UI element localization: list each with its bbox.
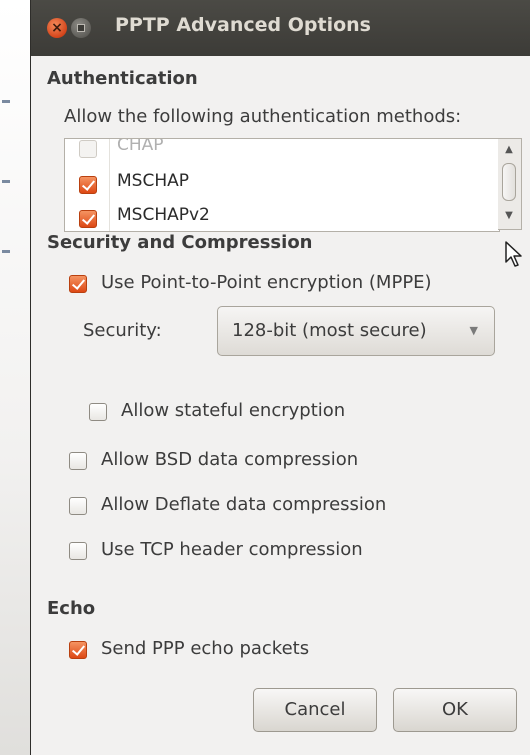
background-mark: [2, 180, 10, 183]
list-item-label: MSCHAPv2: [117, 205, 210, 225]
scrollbar-thumb[interactable]: [502, 163, 516, 201]
echo-heading: Echo: [47, 598, 96, 619]
list-item-label: CHAP: [117, 138, 164, 155]
use-mppe-checkbox[interactable]: [69, 275, 87, 293]
security-label: Security:: [83, 320, 162, 341]
security-dropdown[interactable]: 128-bit (most secure) ▼: [217, 306, 495, 356]
use-mppe-label: Use Point-to-Point encryption (MPPE): [101, 272, 432, 293]
authentication-heading: Authentication: [47, 68, 198, 89]
stateful-encryption-checkbox[interactable]: [89, 403, 107, 421]
tcp-header-compression-label: Use TCP header compression: [101, 539, 363, 560]
ok-button[interactable]: OK: [393, 688, 517, 732]
desktop-background: [0, 0, 30, 755]
bsd-compression-checkbox[interactable]: [69, 452, 87, 470]
authentication-description: Allow the following authentication metho…: [64, 106, 462, 127]
background-mark: [2, 100, 10, 103]
list-item[interactable]: CHAP: [65, 138, 470, 165]
mschapv2-checkbox[interactable]: [79, 210, 97, 228]
send-echo-label: Send PPP echo packets: [101, 638, 310, 659]
deflate-compression-checkbox[interactable]: [69, 497, 87, 515]
security-dropdown-value: 128-bit (most secure): [232, 320, 427, 341]
background-mark: [2, 250, 10, 253]
list-item[interactable]: MSCHAP: [65, 167, 470, 201]
security-heading: Security and Compression: [47, 232, 313, 253]
pptp-advanced-options-dialog: × PPTP Advanced Options Authentication A…: [30, 0, 530, 755]
scroll-down-arrow-icon[interactable]: ▼: [502, 209, 516, 223]
window-title: PPTP Advanced Options: [115, 14, 371, 36]
close-icon[interactable]: ×: [47, 18, 67, 38]
cancel-button[interactable]: Cancel: [253, 688, 377, 732]
list-item[interactable]: MSCHAPv2: [65, 201, 470, 231]
list-scrollbar[interactable]: ▲ ▼: [498, 138, 522, 230]
mschap-checkbox[interactable]: [79, 176, 97, 194]
deflate-compression-label: Allow Deflate data compression: [101, 494, 387, 515]
titlebar: × PPTP Advanced Options: [31, 0, 530, 56]
auth-methods-list[interactable]: CHAP MSCHAP MSCHAPv2: [64, 138, 500, 232]
tcp-header-compression-checkbox[interactable]: [69, 542, 87, 560]
mouse-pointer-icon: [505, 241, 522, 267]
chap-checkbox[interactable]: [79, 140, 97, 158]
stateful-encryption-label: Allow stateful encryption: [121, 400, 346, 421]
bsd-compression-label: Allow BSD data compression: [101, 449, 359, 470]
dropdown-arrow-icon: ▼: [469, 324, 478, 337]
scroll-up-arrow-icon[interactable]: ▲: [502, 143, 516, 157]
send-echo-checkbox[interactable]: [69, 641, 87, 659]
minimize-icon[interactable]: [71, 18, 91, 38]
list-item-label: MSCHAP: [117, 171, 189, 191]
